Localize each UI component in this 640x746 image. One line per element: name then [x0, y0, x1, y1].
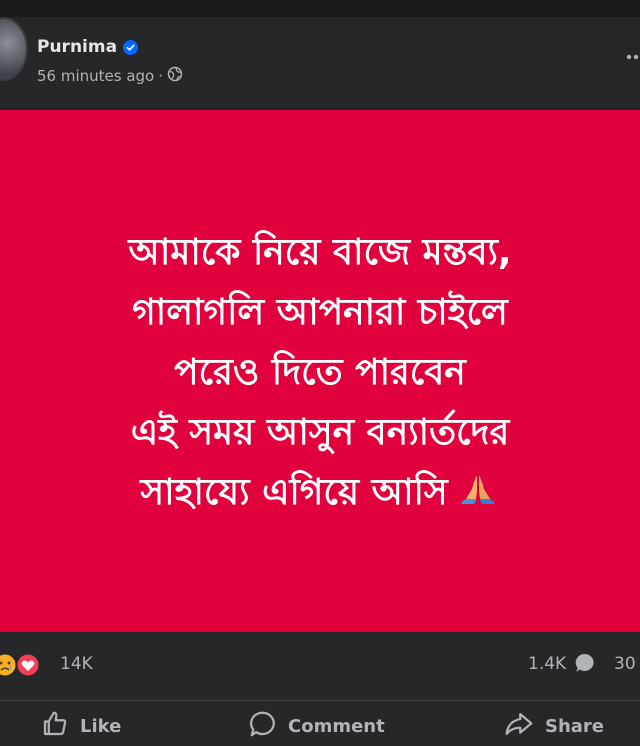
image-text-line: সাহায্যে এগিয়ে আসি: [140, 472, 448, 513]
image-text-line-last: সাহায্যে এগিয়ে আসি: [0, 463, 640, 524]
comment-label: Comment: [288, 716, 385, 737]
image-text-line: গালাগলি আপনারা চাইলে: [132, 292, 508, 333]
post-image-text: আমাকে নিয়ে বাজে মন্তব্য, গালাগলি আপনারা…: [0, 223, 640, 524]
folded-hands-icon: [456, 464, 500, 524]
post-meta: 56 minutes ago ·: [37, 66, 183, 86]
comments-count[interactable]: 1.4K: [528, 654, 566, 674]
more-horizontal-icon[interactable]: [626, 52, 640, 62]
reaction-icons[interactable]: [0, 652, 50, 678]
globe-icon: [167, 66, 183, 86]
post-actions: Like Comment Share: [0, 701, 640, 746]
share-button[interactable]: Share: [503, 709, 604, 744]
share-label: Share: [545, 716, 605, 737]
sad-icon: [0, 652, 18, 678]
author-row: Purnima: [37, 37, 139, 57]
post-timestamp[interactable]: 56 minutes ago: [37, 67, 154, 85]
like-button[interactable]: Like: [40, 709, 121, 744]
image-text-line: আমাকে নিয়ে বাজে মন্তব্য,: [128, 232, 512, 273]
thumbs-up-icon: [40, 709, 70, 744]
like-label: Like: [80, 716, 122, 737]
share-icon: [503, 709, 535, 744]
comment-bubble-icon: [574, 652, 596, 678]
verified-badge-icon: [123, 39, 139, 55]
image-text-line: এই সময় আসুন বন্যার্তদের: [130, 412, 510, 453]
meta-separator: ·: [158, 67, 164, 85]
comment-icon: [248, 709, 278, 744]
author-name[interactable]: Purnima: [37, 37, 117, 57]
image-text-line: পরেও দিতে পারবেন: [174, 352, 466, 393]
top-bar: [0, 0, 640, 17]
reactions-count[interactable]: 14K: [60, 654, 93, 674]
comment-button[interactable]: Comment: [248, 709, 385, 744]
love-icon: [15, 652, 41, 678]
post-header: [0, 17, 640, 110]
post-stats: 14K 1.4K 30: [0, 632, 640, 700]
shares-count[interactable]: 30: [614, 654, 636, 674]
